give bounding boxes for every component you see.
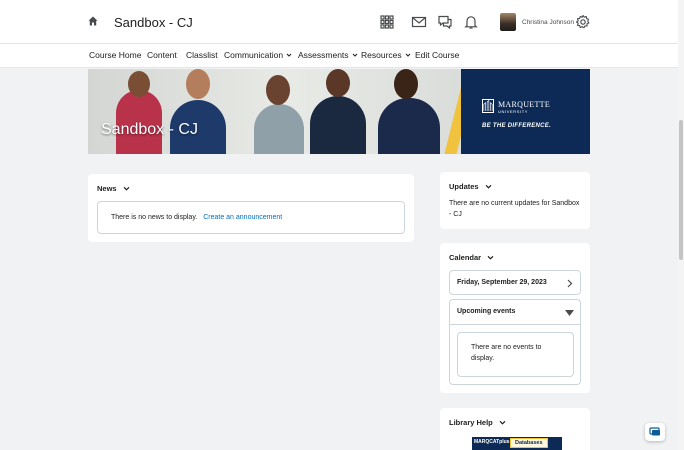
banner-photo-person: [128, 71, 150, 97]
chevron-down-icon[interactable]: [487, 254, 494, 261]
notifications-icon[interactable]: [463, 14, 479, 30]
banner-photo-person: [326, 69, 350, 97]
chevron-right-icon[interactable]: [566, 279, 573, 288]
calendar-date-selector[interactable]: Friday, September 29, 2023: [449, 270, 581, 295]
nav-classlist[interactable]: Classlist: [186, 50, 218, 60]
scrollbar-thumb[interactable]: [679, 120, 683, 260]
library-help-heading[interactable]: Library Help: [449, 418, 506, 427]
nav-label[interactable]: Communication: [224, 50, 283, 60]
nav-assessments[interactable]: Assessments: [298, 50, 358, 60]
chat-button[interactable]: [645, 423, 665, 441]
updates-text: There are no current updates for Sandbox…: [449, 200, 580, 218]
logo-tagline: BE THE DIFFERENCE.: [482, 123, 552, 129]
calendar-widget: Calendar Friday, September 29, 2023 Upco…: [440, 243, 590, 393]
divider: [450, 324, 580, 325]
banner-title: Sandbox - CJ: [101, 121, 198, 138]
logo-subtitle: UNIVERSITY: [498, 109, 529, 114]
widget-title[interactable]: Updates: [449, 182, 479, 191]
nav-content[interactable]: Content: [147, 50, 177, 60]
discussions-icon[interactable]: [437, 14, 453, 30]
news-widget: News There is no news to display. Create…: [88, 174, 414, 242]
events-empty-box: There are no events to display.: [457, 332, 574, 377]
nav-edit-course[interactable]: Edit Course: [415, 50, 459, 60]
chat-icon: [649, 427, 660, 436]
caret-down-icon[interactable]: [565, 310, 574, 316]
chevron-down-icon: [286, 53, 292, 57]
library-thumbnail[interactable]: MARQCATplus Databases: [472, 437, 562, 450]
nav-label[interactable]: Content: [147, 50, 177, 60]
banner-photo-person: [310, 96, 366, 154]
nav-label[interactable]: Assessments: [298, 50, 349, 60]
banner-photo-person: [186, 69, 210, 99]
banner-photo-person: [394, 69, 418, 99]
home-icon[interactable]: [88, 16, 98, 26]
marquette-crest-icon: [482, 99, 494, 113]
nav-label[interactable]: Resources: [361, 50, 402, 60]
nav-label[interactable]: Course Home: [89, 50, 141, 60]
banner-photo-person: [266, 75, 290, 105]
course-navbar: Course Home Content Classlist Communicat…: [0, 44, 678, 68]
chevron-down-icon[interactable]: [485, 183, 492, 190]
site-title[interactable]: Sandbox - CJ: [114, 15, 193, 30]
upcoming-events-panel: Upcoming events There are no events to d…: [449, 299, 581, 385]
widget-title[interactable]: News: [97, 184, 117, 193]
news-heading[interactable]: News: [97, 184, 130, 193]
calendar-heading[interactable]: Calendar: [449, 253, 494, 262]
events-empty-text: There are no events to display.: [471, 344, 542, 362]
logo-name: MARQUETTE: [498, 100, 551, 109]
chevron-down-icon: [352, 53, 357, 57]
create-announcement-link[interactable]: Create an announcement: [203, 214, 282, 221]
chevron-down-icon[interactable]: [123, 185, 130, 192]
library-thumb-left: MARQCATplus: [474, 439, 510, 445]
top-header: Sandbox - CJ Christina Johnson: [0, 0, 678, 44]
calendar-date[interactable]: Friday, September 29, 2023: [457, 279, 547, 286]
news-empty-text: There is no news to display.: [111, 214, 198, 221]
updates-widget: Updates There are no current updates for…: [440, 172, 590, 229]
settings-icon[interactable]: [575, 14, 591, 30]
waffle-icon[interactable]: [379, 14, 395, 30]
chevron-down-icon: [405, 53, 411, 57]
user-profile[interactable]: Christina Johnson: [500, 13, 574, 31]
widget-title[interactable]: Calendar: [449, 253, 481, 262]
updates-heading[interactable]: Updates: [449, 182, 492, 191]
nav-label[interactable]: Edit Course: [415, 50, 459, 60]
email-icon[interactable]: [411, 14, 427, 30]
news-empty-box: There is no news to display. Create an a…: [97, 201, 405, 234]
course-banner: Sandbox - CJ MARQUETTE UNIVERSITY BE THE…: [88, 69, 590, 154]
banner-photo-person: [378, 98, 440, 154]
widget-title[interactable]: Library Help: [449, 418, 493, 427]
nav-communication[interactable]: Communication: [224, 50, 292, 60]
nav-label[interactable]: Classlist: [186, 50, 218, 60]
user-name[interactable]: Christina Johnson: [522, 19, 574, 26]
page-scrollbar[interactable]: [678, 0, 684, 450]
news-empty-message: There is no news to display. Create an a…: [111, 213, 282, 224]
nav-course-home[interactable]: Course Home: [89, 50, 141, 60]
library-thumb-right: Databases: [510, 438, 548, 448]
banner-photo-person: [254, 104, 304, 154]
avatar[interactable]: [500, 13, 516, 31]
upcoming-events-heading[interactable]: Upcoming events: [457, 308, 515, 315]
nav-resources[interactable]: Resources: [361, 50, 411, 60]
library-help-widget: Library Help MARQCATplus Databases: [440, 408, 590, 450]
chevron-down-icon[interactable]: [499, 419, 506, 426]
